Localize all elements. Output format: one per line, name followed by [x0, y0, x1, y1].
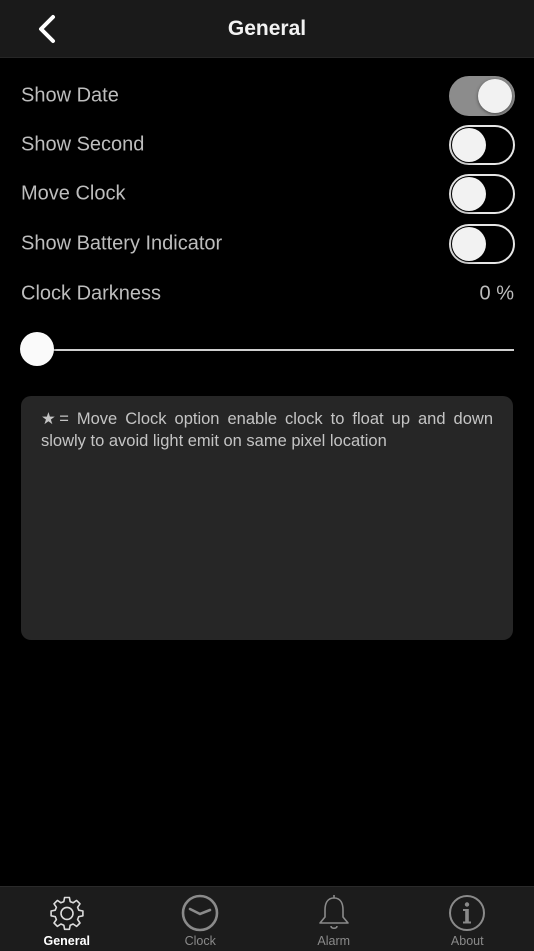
toggle-knob: [452, 128, 486, 162]
show-second-label: Show Second: [21, 134, 144, 157]
tab-label-about: About: [401, 934, 534, 948]
toggle-knob: [452, 177, 486, 211]
tab-label-alarm: Alarm: [267, 934, 401, 948]
info-note-panel: ★= Move Clock option enable clock to flo…: [21, 396, 513, 640]
bell-icon: [314, 893, 354, 933]
setting-row-show-battery: Show Battery Indicator: [21, 224, 515, 264]
gear-icon: [47, 893, 87, 933]
show-date-toggle[interactable]: [449, 76, 515, 116]
setting-row-show-second: Show Second: [21, 125, 515, 165]
toggle-knob: [478, 79, 512, 113]
show-battery-toggle[interactable]: [449, 224, 515, 264]
info-icon: [447, 893, 487, 933]
tab-label-general: General: [0, 934, 134, 948]
slider-thumb[interactable]: [20, 332, 54, 366]
toggle-knob: [452, 227, 486, 261]
clock-icon: [180, 893, 220, 933]
page-title: General: [0, 0, 534, 57]
clock-darkness-slider[interactable]: [21, 330, 514, 370]
setting-row-move-clock: Move Clock: [21, 174, 515, 214]
move-clock-toggle[interactable]: [449, 174, 515, 214]
tab-bar: General Clock Alarm About: [0, 886, 534, 951]
tab-about[interactable]: About: [401, 887, 534, 951]
tab-clock[interactable]: Clock: [134, 887, 268, 951]
show-battery-label: Show Battery Indicator: [21, 233, 222, 256]
tab-alarm[interactable]: Alarm: [267, 887, 401, 951]
slider-track: [21, 349, 514, 351]
setting-row-clock-darkness: Clock Darkness 0 %: [21, 274, 515, 314]
show-date-label: Show Date: [21, 85, 119, 108]
tab-general[interactable]: General: [0, 887, 134, 951]
move-clock-note: ★= Move Clock option enable clock to flo…: [41, 408, 493, 452]
clock-darkness-label: Clock Darkness: [21, 283, 161, 306]
clock-darkness-value: 0 %: [480, 283, 514, 306]
tab-label-clock: Clock: [134, 934, 268, 948]
show-second-toggle[interactable]: [449, 125, 515, 165]
navigation-bar: General: [0, 0, 534, 58]
setting-row-show-date: Show Date: [21, 76, 515, 116]
move-clock-label: Move Clock: [21, 183, 125, 206]
